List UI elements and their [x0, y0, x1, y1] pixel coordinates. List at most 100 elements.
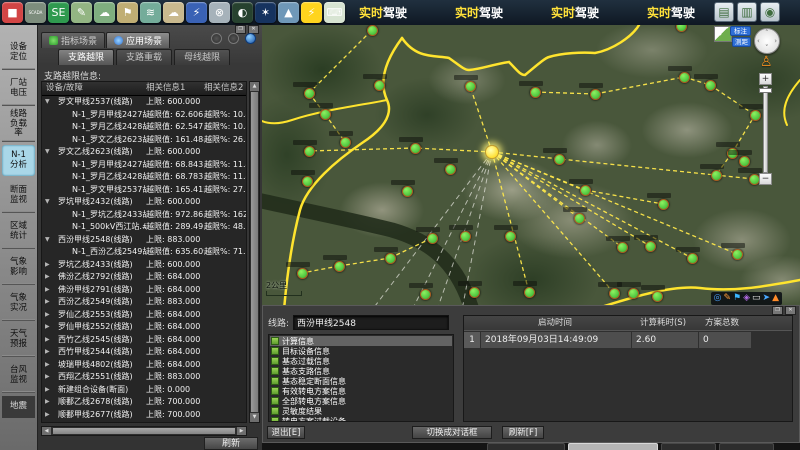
station-marker[interactable]: [628, 288, 639, 299]
sidebar-item[interactable]: 天气 预报: [2, 324, 35, 356]
table-row[interactable]: ▶顺鄱乙线2678(线路)上限: 700.000: [42, 396, 246, 409]
table-row[interactable]: ▶坡瑞甲线4802(线路)上限: 684.000: [42, 359, 246, 372]
category-item[interactable]: 转电方案过载设备: [270, 416, 452, 422]
vertical-scrollbar[interactable]: ▲ ▼: [249, 81, 260, 423]
category-item[interactable]: 灵敏度结果: [270, 406, 452, 416]
zoom-out-button[interactable]: −: [759, 173, 772, 185]
pan-right-icon[interactable]: ›: [774, 38, 777, 45]
station-marker[interactable]: [590, 89, 601, 100]
table-row[interactable]: ▶新建组合设备(断面)上限: 0.000: [42, 384, 246, 397]
station-marker[interactable]: [739, 156, 750, 167]
bottom-button[interactable]: 切换成对话框: [412, 426, 492, 439]
taskbar-tab[interactable]: [719, 443, 774, 450]
workstation-icon[interactable]: ⌨: [324, 2, 345, 23]
station-marker[interactable]: [645, 241, 656, 252]
station-marker[interactable]: [524, 287, 535, 298]
realtime-drive-tab[interactable]: 实时驾驶: [647, 4, 699, 21]
column-start-time[interactable]: 启动时间: [480, 316, 630, 330]
results-row[interactable]: 12018年09月03日14:49:092.600: [464, 332, 792, 348]
sidebar-item[interactable]: 台风 监视: [2, 360, 35, 392]
table-row[interactable]: N-1_罗月乙线2428故障越限值: 62.547越限%: 10.4: [42, 121, 246, 134]
zoom-slider-thumb[interactable]: [759, 88, 772, 93]
pan-left-icon[interactable]: ‹: [757, 38, 760, 45]
pan-up-icon[interactable]: ˄: [765, 30, 769, 37]
table-row[interactable]: N-1_罗月甲线2427故障越限值: 68.843越限%: 11.4: [42, 159, 246, 172]
table-row[interactable]: ▶西竹乙线2545(线路)上限: 684.000: [42, 334, 246, 347]
tag-tool-icon[interactable]: ✎: [71, 2, 92, 23]
station-marker[interactable]: [652, 291, 663, 302]
table-row[interactable]: ▶佛汾甲线2791(线路)上限: 684.000: [42, 284, 246, 297]
pin-tool-icon[interactable]: ◈: [743, 292, 750, 305]
table-row[interactable]: N-1_罗文乙线2623故障越限值: 161.488越限%: 26.9: [42, 134, 246, 147]
bottom-button[interactable]: 退出[E]: [267, 426, 305, 439]
zoom-slider-track[interactable]: [763, 86, 768, 173]
scene-tab[interactable]: 应用场景: [106, 32, 170, 48]
transmission-line[interactable]: [595, 77, 684, 94]
sidebar-item[interactable]: 气象 影响: [2, 252, 35, 284]
sidebar-item[interactable]: 线路 负载 率: [2, 109, 35, 141]
taskbar-tab[interactable]: [661, 443, 716, 450]
table-row[interactable]: ▶佛汾乙线2792(线路)上限: 684.000: [42, 271, 246, 284]
network-graph-icon[interactable]: ✶: [255, 2, 276, 23]
realtime-drive-tab[interactable]: 实时驾驶: [551, 4, 603, 21]
station-marker[interactable]: [711, 170, 722, 181]
sidebar-item[interactable]: N-1 分析: [2, 145, 35, 176]
label-tool-icon[interactable]: ▭: [752, 292, 761, 305]
station-marker[interactable]: [469, 287, 480, 298]
expand-icon[interactable]: ▶: [42, 371, 54, 384]
table-row[interactable]: ▶西汾乙线2549(线路)上限: 883.000: [42, 296, 246, 309]
satellite-map[interactable]: 标注 测距 ˄ ˅ ‹ › ♙ + − 2公里 ◎✎⚑◈▭➤▲: [262, 25, 800, 305]
transmission-line[interactable]: [535, 92, 595, 94]
category-item[interactable]: 基态稳定断面信息: [270, 376, 452, 386]
category-item[interactable]: 全部转电方案信息: [270, 396, 452, 406]
station-marker[interactable]: [554, 154, 565, 165]
expand-icon[interactable]: ▶: [42, 396, 54, 409]
sidebar-item[interactable]: 地震: [2, 396, 35, 418]
sidebar-item[interactable]: 气象 实况: [2, 288, 35, 320]
collapse-icon[interactable]: ▼: [42, 96, 54, 109]
station-marker[interactable]: [679, 72, 690, 83]
scroll-thumb[interactable]: [251, 92, 258, 412]
expand-icon[interactable]: ▶: [42, 334, 54, 347]
expand-icon[interactable]: ▶: [42, 309, 54, 322]
station-marker[interactable]: [445, 164, 456, 175]
column-info2[interactable]: 相关信息2: [204, 82, 246, 95]
flash-icon[interactable]: ⚡: [301, 2, 322, 23]
expand-icon[interactable]: ▶: [42, 259, 54, 272]
close-icon[interactable]: ✕: [785, 306, 796, 315]
station-marker[interactable]: [385, 253, 396, 264]
station-marker[interactable]: [402, 186, 413, 197]
table-row[interactable]: N-1_500kV西江站.#1主变故障越限值: 289.491越限%: 48.2: [42, 221, 246, 234]
column-plan-total[interactable]: 方案总数: [696, 316, 748, 330]
station-marker[interactable]: [687, 253, 698, 264]
table-row[interactable]: N-1_西汾乙线2549故障越限值: 635.609越限%: 71.9: [42, 246, 246, 259]
realtime-drive-tab[interactable]: 实时驾驶: [455, 4, 507, 21]
bottom-button[interactable]: 刷新[F]: [502, 426, 544, 439]
station-marker[interactable]: [334, 261, 345, 272]
category-item[interactable]: 基态过载信息: [270, 356, 452, 366]
layers-close-icon[interactable]: ⊗: [209, 2, 230, 23]
station-marker[interactable]: [420, 289, 431, 300]
taskbar-tab[interactable]: [487, 443, 565, 450]
refresh-button[interactable]: 刷新: [204, 437, 258, 450]
restore-icon[interactable]: ❐: [772, 306, 783, 315]
flag-tool-icon[interactable]: ⚑: [733, 292, 741, 305]
realtime-drive-tab[interactable]: 实时驾驶: [359, 4, 411, 21]
zoom-in-button[interactable]: +: [759, 73, 772, 85]
pause-button[interactable]: [228, 33, 239, 44]
rain-cloud-icon[interactable]: ☁: [94, 2, 115, 23]
table-row[interactable]: ▼罗坑甲线2432(线路)上限: 600.000: [42, 196, 246, 209]
expand-icon[interactable]: ▶: [42, 384, 54, 397]
station-marker[interactable]: [617, 242, 628, 253]
globe-icon[interactable]: ◐: [232, 2, 253, 23]
scroll-down-icon[interactable]: ▼: [250, 413, 259, 422]
transmission-line[interactable]: [470, 86, 492, 152]
map-compass-icon[interactable]: ◎: [714, 292, 722, 305]
waves-icon[interactable]: ≋: [140, 2, 161, 23]
station-marker[interactable]: [750, 110, 761, 121]
record-button[interactable]: [211, 33, 222, 44]
transmission-line[interactable]: [415, 148, 492, 152]
draw-tool-icon[interactable]: ✎: [723, 292, 731, 305]
station-marker[interactable]: [609, 288, 620, 299]
expand-icon[interactable]: ▶: [42, 321, 54, 334]
